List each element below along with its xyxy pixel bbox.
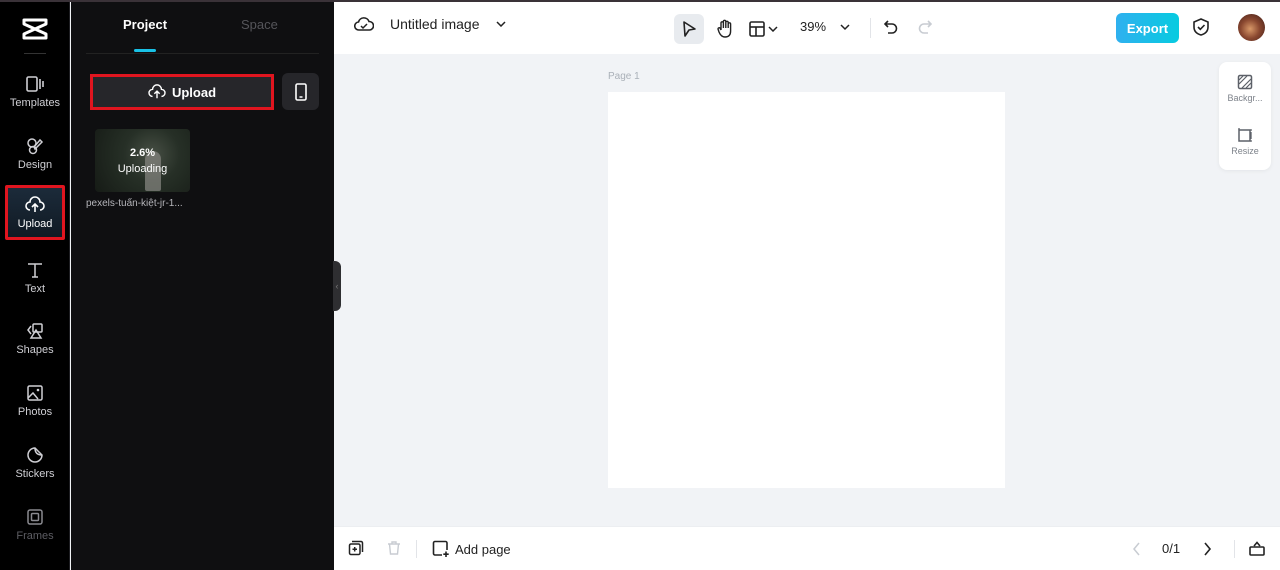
shield-check-icon — [1193, 18, 1209, 36]
redo-button[interactable] — [916, 17, 934, 37]
hand-icon — [717, 19, 732, 38]
toolbar-divider — [870, 18, 871, 38]
pointer-icon — [683, 21, 696, 37]
add-page-label: Add page — [455, 541, 511, 557]
capcut-logo[interactable] — [0, 12, 70, 46]
shapes-icon — [27, 322, 43, 339]
page-counter: 0/1 — [1162, 541, 1181, 556]
nav-item-templates[interactable]: Templates — [5, 64, 65, 118]
upload-progress-percent: 2.6% — [129, 146, 156, 159]
panel-tabs: Project Space — [86, 0, 319, 54]
chevron-down-icon — [495, 21, 506, 27]
tab-space[interactable]: Space — [241, 17, 278, 32]
layout-icon — [749, 21, 765, 37]
upload-item-thumbnail[interactable]: 2.6% Uploading — [95, 129, 190, 192]
chevron-right-icon — [1204, 542, 1212, 556]
nav-item-stickers[interactable]: Stickers — [5, 435, 65, 489]
footer-divider — [416, 540, 417, 558]
nav-label: Text — [24, 282, 46, 295]
page-label: Page 1 — [608, 71, 640, 82]
security-button[interactable] — [1192, 17, 1210, 37]
stickers-icon — [27, 446, 43, 463]
nav-item-upload[interactable]: Upload — [5, 185, 65, 240]
next-page-button[interactable] — [1202, 541, 1212, 557]
bottom-bar: Add page 0/1 — [334, 526, 1280, 570]
trash-icon — [388, 541, 400, 555]
previous-page-button[interactable] — [1132, 541, 1142, 557]
document-title-text: Untitled image — [390, 16, 480, 32]
nav-divider — [24, 53, 46, 54]
nav-label: Templates — [9, 96, 61, 109]
upload-item-name: pexels-tuấn-kiệt-jr-1... — [86, 198, 183, 209]
window-top-strip — [0, 0, 1280, 2]
design-icon — [27, 137, 44, 154]
footer-divider — [1234, 540, 1235, 558]
nav-item-text[interactable]: Text — [5, 250, 65, 304]
upload-button-label: Upload — [171, 84, 217, 100]
chevron-left-icon: ‹ — [335, 281, 339, 291]
upload-cloud-icon — [148, 84, 166, 99]
select-tool-button[interactable] — [674, 14, 704, 44]
background-tool[interactable]: Backgr... — [1219, 74, 1271, 103]
nav-label: Photos — [17, 405, 53, 418]
zoom-dropdown[interactable] — [840, 17, 850, 37]
page-manager-button[interactable] — [1248, 539, 1266, 557]
export-button[interactable]: Export — [1116, 13, 1179, 43]
page-manager-icon — [1249, 541, 1265, 556]
tab-project[interactable]: Project — [123, 17, 167, 32]
collapse-panel-handle[interactable]: ‹ — [333, 261, 341, 311]
background-tool-label: Backgr... — [1227, 93, 1263, 103]
chevron-left-icon — [1133, 542, 1140, 556]
document-title[interactable]: Untitled image — [354, 16, 506, 32]
frames-icon — [27, 508, 43, 525]
nav-item-frames[interactable]: Frames — [5, 497, 65, 551]
resize-tool[interactable]: Resize — [1219, 127, 1271, 156]
upload-progress-overlay: 2.6% Uploading — [95, 129, 190, 192]
redo-icon — [918, 20, 933, 34]
phone-icon — [294, 82, 307, 101]
upload-cloud-icon — [25, 196, 45, 212]
cloud-saved-icon — [354, 17, 374, 31]
photos-icon — [27, 384, 43, 401]
upload-panel: Project Space Upload 2.6% Uploading pexe… — [71, 0, 334, 570]
resize-tool-label: Resize — [1231, 146, 1259, 156]
background-icon — [1237, 74, 1253, 90]
nav-item-design[interactable]: Design — [5, 126, 65, 180]
undo-icon — [883, 20, 898, 34]
nav-label: Upload — [17, 218, 53, 230]
upload-button[interactable]: Upload — [90, 74, 274, 110]
active-tab-indicator — [134, 49, 156, 52]
zoom-level[interactable]: 39% — [800, 19, 826, 34]
nav-label: Shapes — [16, 343, 54, 356]
delete-page-button[interactable] — [386, 540, 402, 556]
add-page-button[interactable]: Add page — [432, 540, 511, 558]
upload-from-phone-button[interactable] — [282, 73, 319, 110]
nav-label: Frames — [16, 529, 54, 542]
chevron-down-icon — [768, 26, 778, 32]
add-page-icon — [432, 540, 449, 557]
duplicate-icon — [348, 540, 364, 556]
nav-label: Design — [17, 158, 53, 171]
upload-status: Uploading — [117, 162, 168, 175]
templates-icon — [26, 75, 44, 92]
text-icon — [28, 262, 42, 278]
chevron-down-icon — [840, 24, 850, 31]
nav-label: Stickers — [15, 467, 55, 480]
top-toolbar: Untitled image 39% Export — [334, 2, 1280, 54]
resize-icon — [1238, 128, 1252, 142]
nav-item-photos[interactable]: Photos — [5, 373, 65, 427]
undo-button[interactable] — [882, 17, 900, 37]
hand-tool-button[interactable] — [710, 14, 740, 44]
duplicate-page-button[interactable] — [348, 540, 364, 556]
canvas-page[interactable] — [608, 92, 1005, 488]
layout-dropdown[interactable] — [748, 14, 778, 44]
left-nav: Templates Design Upload Text Shapes Phot… — [0, 0, 70, 570]
nav-item-shapes[interactable]: Shapes — [5, 311, 65, 365]
user-avatar[interactable] — [1238, 14, 1265, 41]
side-tools-panel: Backgr... Resize — [1219, 62, 1271, 170]
